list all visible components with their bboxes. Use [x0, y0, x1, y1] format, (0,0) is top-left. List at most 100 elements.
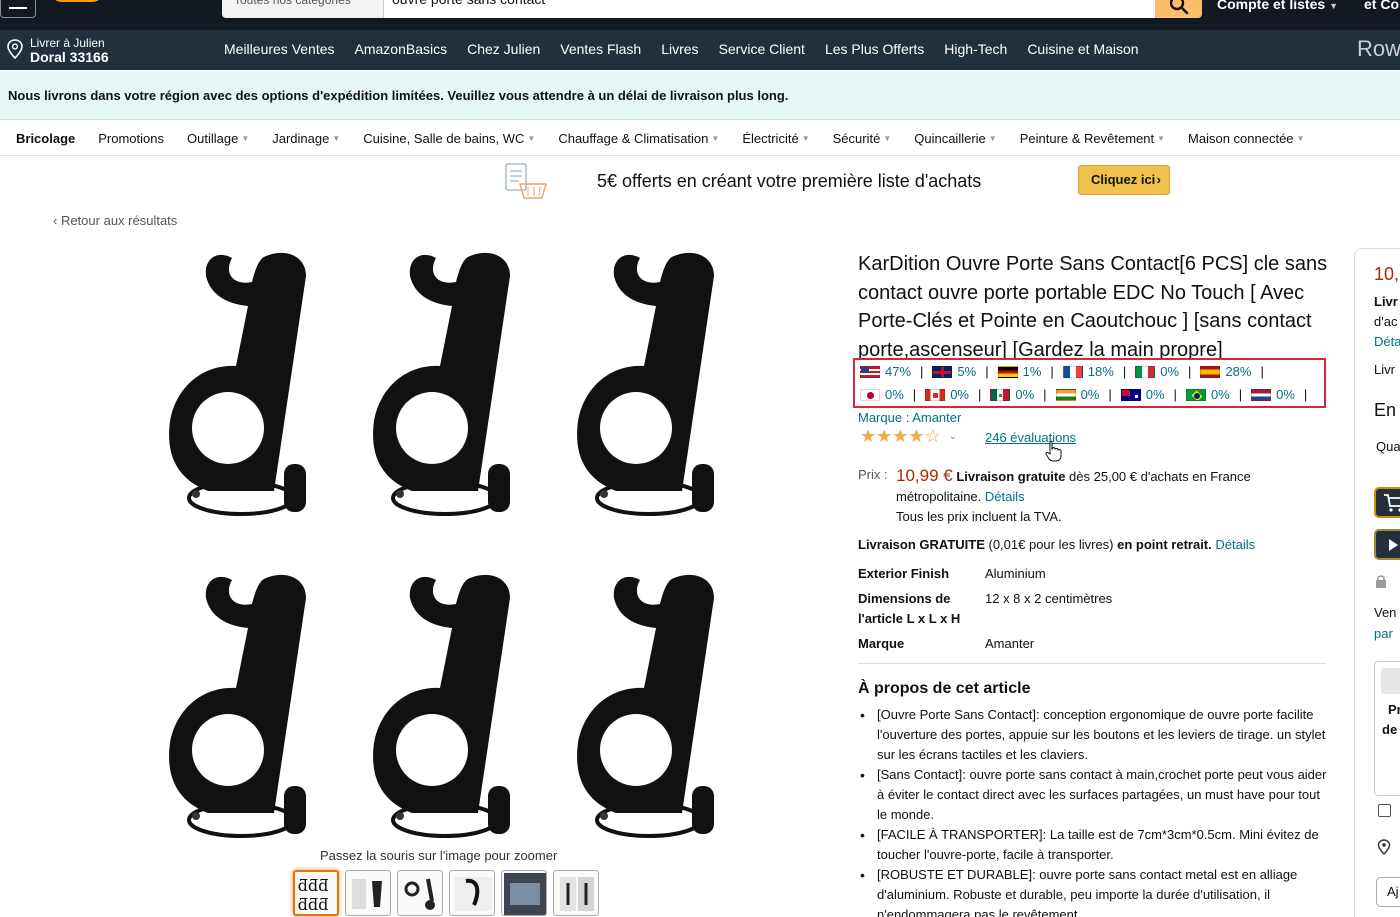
- mx-flag-icon: [990, 388, 1011, 401]
- subnav-item-promotions[interactable]: Promotions: [98, 131, 164, 146]
- rate-ca[interactable]: 0%: [925, 387, 969, 402]
- star-full-icon: ★: [892, 426, 909, 446]
- rate-de[interactable]: 1%: [997, 364, 1041, 379]
- buybox-delivery-date: Livr: [1374, 362, 1395, 377]
- buybox-delivery-label: Livr: [1374, 294, 1398, 309]
- jp-flag-icon: [860, 388, 880, 401]
- top-header: Toutes nos catégories ouvre porte sans c…: [0, 0, 1400, 30]
- subnav-item-chauffage[interactable]: Chauffage & Climatisation ▼: [558, 131, 719, 146]
- subnav-item-cuisine[interactable]: Cuisine, Salle de bains, WC ▼: [363, 131, 535, 146]
- buy-now-button[interactable]: [1374, 529, 1400, 560]
- lock-icon: [1376, 575, 1386, 588]
- spec-value: Aluminium: [985, 566, 1046, 581]
- pickup-details-link[interactable]: Détails: [1215, 537, 1255, 552]
- chevron-down-icon: ▼: [1296, 134, 1305, 143]
- spec-value: Amanter: [985, 636, 1035, 651]
- subnav-item-maison-connectee[interactable]: Maison connectée ▼: [1188, 131, 1304, 146]
- price-label: Prix :: [858, 467, 888, 482]
- rate-jp[interactable]: 0%: [860, 387, 904, 402]
- brand-link[interactable]: Marque : Amanter: [858, 410, 961, 425]
- returns-orders-link[interactable]: et Co: [1364, 0, 1399, 12]
- subnav-item-outillage[interactable]: Outillage ▼: [187, 131, 249, 146]
- thumbnail-3[interactable]: [397, 870, 443, 916]
- about-item: [Ouvre Porte Sans Contact]: conception e…: [860, 705, 1327, 765]
- thumbnail-4[interactable]: [449, 870, 495, 916]
- subnav-item-bricolage[interactable]: Bricolage: [16, 131, 75, 146]
- nav-bar: Livrer à Julien Doral 33166 Meilleures V…: [0, 30, 1400, 70]
- chevron-down-icon: ▼: [241, 134, 250, 143]
- location-pin-icon: [1377, 839, 1391, 855]
- play-icon: [1389, 539, 1398, 551]
- option-chip[interactable]: [1381, 668, 1400, 694]
- thumbnail-2[interactable]: [345, 870, 391, 916]
- rate-br[interactable]: 0%: [1185, 387, 1230, 402]
- subnav-item-electricite[interactable]: Électricité ▼: [742, 131, 809, 146]
- promo-text: 5€ offerts en créant votre première list…: [597, 171, 982, 191]
- rate-us[interactable]: 47%: [860, 364, 911, 379]
- zoom-hint: Passez la souris sur l'image pour zoomer: [320, 848, 558, 863]
- product-title: KarDition Ouvre Porte Sans Contact[6 PCS…: [858, 253, 1328, 361]
- chevron-down-icon: ▼: [988, 134, 997, 143]
- nav-links: Meilleures Ventes AmazonBasics Chez Juli…: [224, 41, 1139, 57]
- search-icon: [1169, 0, 1189, 15]
- delivery-details-link[interactable]: Détails: [985, 489, 1025, 504]
- buybox-option-title: Pr: [1388, 702, 1400, 717]
- about-title: À propos de cet article: [858, 680, 1031, 697]
- nav-link-ventes-flash[interactable]: Ventes Flash: [560, 41, 641, 57]
- subnav-item-quincaillerie[interactable]: Quincaillerie ▼: [914, 131, 996, 146]
- shipping-notice-text: Nous livrons dans votre région avec des …: [8, 88, 789, 103]
- de-flag-icon: [997, 365, 1018, 378]
- shopping-list-icon: [505, 163, 547, 199]
- buybox-seller-link[interactable]: par: [1374, 626, 1393, 641]
- nav-link-livres[interactable]: Livres: [661, 41, 698, 57]
- nav-promo-text[interactable]: Row: [1357, 36, 1400, 62]
- rate-it[interactable]: 0%: [1135, 364, 1179, 379]
- search-button[interactable]: [1155, 0, 1202, 18]
- ca-flag-icon: [925, 388, 946, 401]
- search-department-select[interactable]: Toutes nos catégories: [222, 0, 384, 18]
- nav-link-meilleures-ventes[interactable]: Meilleures Ventes: [224, 41, 335, 57]
- rate-in[interactable]: 0%: [1055, 387, 1099, 402]
- nav-link-chez-julien[interactable]: Chez Julien: [467, 41, 540, 57]
- category-subnav: Bricolage Promotions Outillage ▼ Jardinag…: [0, 121, 1400, 156]
- rate-uk[interactable]: 5%: [932, 364, 976, 379]
- rate-es[interactable]: 28%: [1200, 364, 1251, 379]
- add-to-cart-button[interactable]: [1374, 487, 1400, 518]
- search-input[interactable]: ouvre porte sans contact: [384, 0, 1155, 18]
- subnav-item-peinture[interactable]: Peinture & Revêtement ▼: [1020, 131, 1165, 146]
- nav-link-les-plus-offerts[interactable]: Les Plus Offerts: [825, 41, 924, 57]
- nav-link-amazonbasics[interactable]: AmazonBasics: [355, 41, 448, 57]
- thumbnail-1[interactable]: ƌƌƌ ƌƌƌ: [293, 870, 339, 916]
- fr-flag-icon: [1062, 365, 1083, 378]
- star-rating[interactable]: ★ ★ ★ ★ ☆ ⌄: [860, 427, 957, 445]
- chevron-down-icon: ▼: [1329, 1, 1339, 11]
- back-to-results-link[interactable]: ‹ Retour aux résultats: [53, 213, 177, 228]
- about-item: [Sans Contact]: ouvre porte sans contact…: [860, 765, 1327, 825]
- subnav-item-securite[interactable]: Sécurité ▼: [833, 131, 892, 146]
- rate-mx[interactable]: 0%: [990, 387, 1034, 402]
- amazon-logo[interactable]: [46, 0, 146, 4]
- thumbnail-6[interactable]: [553, 870, 599, 916]
- buybox-quantity-select[interactable]: Qua: [1376, 439, 1400, 454]
- hamburger-menu-button[interactable]: [0, 0, 36, 18]
- chevron-down-icon: ▼: [332, 134, 341, 143]
- account-lists-menu[interactable]: Compte et listes ▼: [1217, 0, 1338, 12]
- add-to-list-button[interactable]: Aj: [1376, 877, 1400, 907]
- thumbnail-5[interactable]: [501, 870, 547, 916]
- buybox-delivery-text: d'ac: [1374, 314, 1398, 329]
- subnav-item-jardinage[interactable]: Jardinage ▼: [272, 131, 340, 146]
- hand-cursor-icon: [1045, 440, 1062, 462]
- rate-nl[interactable]: 0%: [1251, 387, 1295, 402]
- nav-link-high-tech[interactable]: High-Tech: [944, 41, 1007, 57]
- rate-fr[interactable]: 18%: [1062, 364, 1114, 379]
- buybox-details-link[interactable]: Déta: [1374, 334, 1400, 349]
- gift-checkbox[interactable]: [1378, 804, 1391, 817]
- product-main-image[interactable]: [150, 240, 740, 840]
- nav-link-service-client[interactable]: Service Client: [719, 41, 805, 57]
- spec-value: 12 x 8 x 2 centimètres: [985, 591, 1113, 606]
- rate-au[interactable]: 0%: [1120, 387, 1165, 402]
- nl-flag-icon: [1251, 388, 1272, 401]
- svg-text:ƌƌƌ: ƌƌƌ: [298, 876, 329, 895]
- promo-cta-button[interactable]: Cliquez ici ›: [1078, 165, 1170, 195]
- nav-link-cuisine-et-maison[interactable]: Cuisine et Maison: [1027, 41, 1138, 57]
